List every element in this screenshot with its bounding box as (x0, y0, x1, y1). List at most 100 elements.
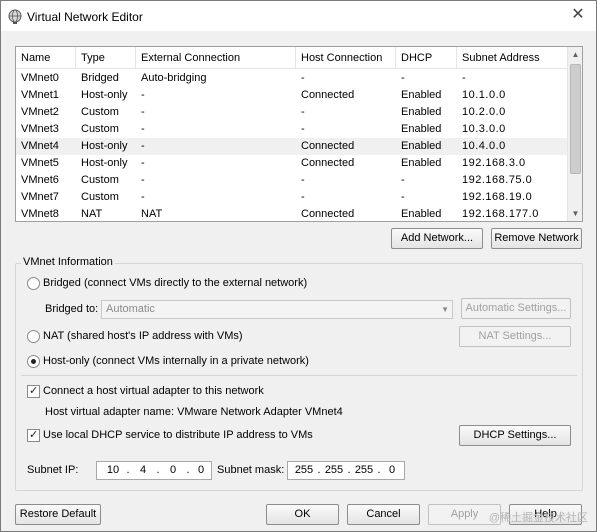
close-icon[interactable]: ✕ (568, 7, 588, 25)
restore-default-button[interactable]: Restore Default (15, 504, 101, 525)
host-only-radio-label[interactable]: Host-only (connect VMs internally in a p… (43, 355, 309, 367)
cell-dhcp: Enabled (401, 140, 442, 152)
cancel-button[interactable]: Cancel (347, 504, 420, 525)
cell-subnet: 10.2.0.0 (462, 106, 506, 118)
network-globe-icon (8, 9, 22, 24)
vmnet-information-label: VMnet Information (21, 256, 115, 268)
subnet-mask-octet-2[interactable]: 255 (322, 462, 346, 479)
cell-name: VMnet2 (21, 106, 59, 118)
cell-host: - (301, 72, 305, 84)
ok-button[interactable]: OK (266, 504, 339, 525)
adapter-name-label: Host virtual adapter name: VMware Networ… (45, 406, 343, 418)
bridged-to-value: Automatic (106, 303, 155, 315)
cell-subnet: - (462, 72, 467, 84)
table-row[interactable]: VMnet3 Custom - - Enabled 10.3.0.0 (16, 121, 569, 138)
cell-external: - (141, 174, 145, 186)
cell-name: VMnet1 (21, 89, 59, 101)
connect-adapter-label[interactable]: Connect a host virtual adapter to this n… (43, 385, 264, 397)
cell-host: Connected (301, 157, 355, 169)
bridged-to-label: Bridged to: (45, 303, 99, 315)
cell-type: Bridged (81, 72, 119, 84)
cell-subnet: 192.168.19.0 (462, 191, 533, 203)
list-header: Name Type External Connection Host Conne… (16, 47, 569, 69)
subnet-mask-input[interactable]: 255 . 255 . 255 . 0 (287, 461, 405, 480)
cell-type: Host-only (81, 89, 128, 101)
cell-external: - (141, 106, 145, 118)
virtual-network-editor-window: Virtual Network Editor ✕ Name Type Exter… (0, 0, 597, 532)
cell-host: Connected (301, 89, 355, 101)
table-row[interactable]: VMnet8 NAT NAT Connected Enabled 192.168.177.… (16, 206, 569, 221)
use-dhcp-checkbox[interactable] (27, 428, 40, 442)
cell-subnet: 192.168.75.0 (462, 174, 533, 186)
subnet-ip-octet-4[interactable]: 0 (191, 462, 211, 479)
column-header-type[interactable]: Type (76, 47, 136, 69)
bridged-to-select[interactable]: Automatic ▼ (101, 300, 453, 319)
column-header-name[interactable]: Name (16, 47, 76, 69)
table-row[interactable]: VMnet6 Custom - - - 192.168.75.0 (16, 172, 569, 189)
cell-type: Custom (81, 174, 119, 186)
column-header-dhcp[interactable]: DHCP (396, 47, 457, 69)
cell-external: - (141, 191, 145, 203)
cell-external: Auto-bridging (141, 72, 207, 84)
remove-network-button[interactable]: Remove Network (491, 228, 582, 249)
subnet-ip-octet-3[interactable]: 0 (163, 462, 183, 479)
scroll-down-icon[interactable]: ▼ (568, 206, 582, 221)
cell-host: Connected (301, 140, 355, 152)
column-header-subnet[interactable]: Subnet Address (457, 47, 569, 69)
subnet-mask-octet-3[interactable]: 255 (352, 462, 376, 479)
table-row[interactable]: VMnet7 Custom - - - 192.168.19.0 (16, 189, 569, 206)
automatic-settings-button[interactable]: Automatic Settings... (461, 298, 571, 319)
add-network-button[interactable]: Add Network... (391, 228, 483, 249)
nat-radio[interactable] (27, 330, 40, 343)
cell-dhcp: Enabled (401, 123, 442, 135)
title-bar: Virtual Network Editor ✕ (1, 1, 596, 31)
watermark-text: @稀土掘金技术社区 (488, 512, 588, 524)
table-row[interactable]: VMnet5 Host-only - Connected Enabled 192.168.… (16, 155, 569, 172)
host-only-radio[interactable] (27, 355, 40, 368)
cell-name: VMnet8 (21, 208, 59, 220)
column-header-host[interactable]: Host Connection (296, 47, 396, 69)
dhcp-settings-button[interactable]: DHCP Settings... (459, 425, 571, 446)
cell-subnet: 192.168.177.0 (462, 208, 539, 220)
cell-subnet: 10.3.0.0 (462, 123, 506, 135)
list-scrollbar[interactable]: ▲ ▼ (567, 47, 582, 221)
cell-external: - (141, 140, 145, 152)
table-row[interactable]: VMnet4 Host-only - Connected Enabled 10.4.0.0 (16, 138, 569, 155)
table-row[interactable]: VMnet0 Bridged Auto-bridging - - - (16, 70, 569, 87)
subnet-ip-octet-1[interactable]: 10 (103, 462, 123, 479)
cell-dhcp: - (401, 191, 405, 203)
cell-dhcp: - (401, 174, 405, 186)
cell-host: Connected (301, 208, 355, 220)
cell-type: Host-only (81, 140, 128, 152)
window-title: Virtual Network Editor (27, 10, 143, 24)
subnet-mask-octet-1[interactable]: 255 (292, 462, 316, 479)
chevron-down-icon: ▼ (441, 305, 449, 314)
bridged-radio-label[interactable]: Bridged (connect VMs directly to the ext… (43, 277, 307, 289)
subnet-mask-octet-4[interactable]: 0 (382, 462, 402, 479)
use-dhcp-label[interactable]: Use local DHCP service to distribute IP … (43, 429, 313, 441)
subnet-ip-input[interactable]: 10 . 4 . 0 . 0 (96, 461, 212, 480)
nat-radio-label[interactable]: NAT (shared host's IP address with VMs) (43, 330, 243, 342)
table-row[interactable]: VMnet1 Host-only - Connected Enabled 10.1.0.0 (16, 87, 569, 104)
cell-external: NAT (141, 208, 163, 220)
column-header-external[interactable]: External Connection (136, 47, 296, 69)
subnet-ip-octet-2[interactable]: 4 (133, 462, 153, 479)
bridged-radio[interactable] (27, 277, 40, 290)
scroll-up-icon[interactable]: ▲ (568, 47, 582, 62)
cell-dhcp: Enabled (401, 89, 442, 101)
network-list[interactable]: Name Type External Connection Host Conne… (15, 46, 583, 222)
cell-type: Custom (81, 123, 119, 135)
connect-adapter-checkbox[interactable] (27, 384, 40, 398)
scroll-thumb[interactable] (570, 64, 581, 174)
table-row[interactable]: VMnet2 Custom - - Enabled 10.2.0.0 (16, 104, 569, 121)
cell-name: VMnet7 (21, 191, 59, 203)
group-divider (21, 375, 577, 376)
cell-type: Host-only (81, 157, 128, 169)
cell-external: - (141, 123, 145, 135)
cell-dhcp: Enabled (401, 157, 442, 169)
cell-external: - (141, 89, 145, 101)
cell-external: - (141, 157, 145, 169)
cell-name: VMnet3 (21, 123, 59, 135)
cell-dhcp: Enabled (401, 106, 442, 118)
nat-settings-button[interactable]: NAT Settings... (459, 326, 571, 347)
